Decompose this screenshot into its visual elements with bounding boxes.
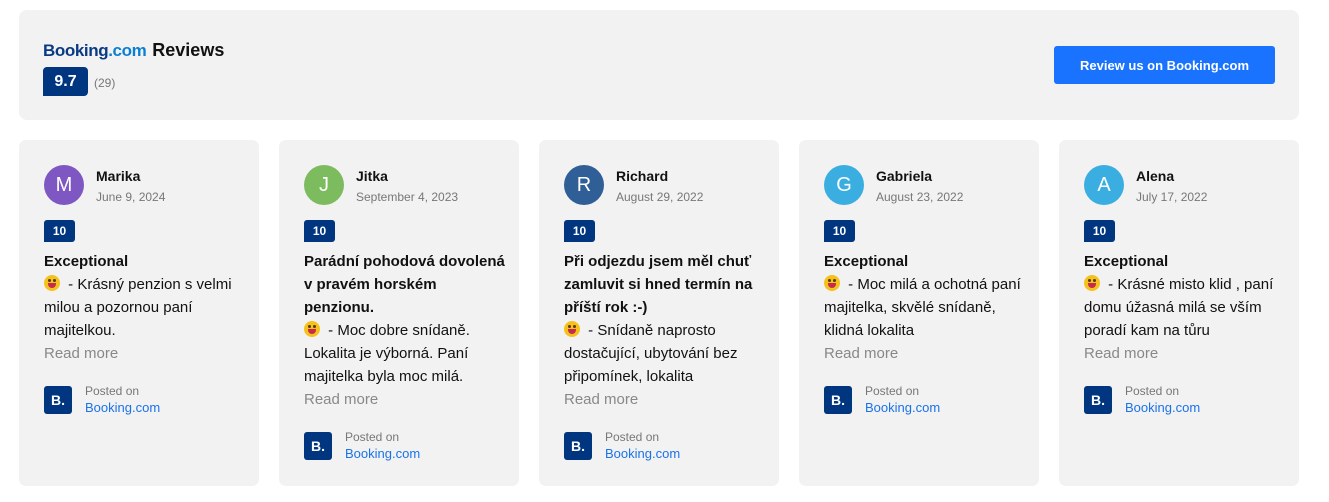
read-more-link[interactable]: Read more xyxy=(1084,342,1289,365)
reviewer-name: Jitka xyxy=(356,168,388,184)
review-text: - Krásné misto klid , paní domu úžasná m… xyxy=(1084,276,1274,339)
review-body: Exceptional - Krásné misto klid , paní d… xyxy=(1084,250,1289,365)
posted-on-label: Posted on xyxy=(605,430,660,444)
review-body: Parádní pohodová dovolená v pravém horsk… xyxy=(304,250,509,411)
review-body: Exceptional - Moc milá a ochotná paní ma… xyxy=(824,250,1029,365)
avatar: M xyxy=(44,165,84,205)
posted-on: B. Posted on Booking.com xyxy=(44,383,160,417)
review-score-badge: 10 xyxy=(44,220,75,242)
review-title: Parádní pohodová dovolená v pravém horsk… xyxy=(304,253,505,316)
booking-b-icon: B. xyxy=(304,432,332,460)
smiley-emoji-icon xyxy=(564,321,580,337)
review-card-marika: M Marika June 9, 2024 10 Exceptional - K… xyxy=(19,140,259,486)
review-text-row: - Moc dobre snídaně. Lokalita je výborná… xyxy=(304,319,509,388)
review-card-richard: R Richard August 29, 2022 10 Při odjezdu… xyxy=(539,140,779,486)
brand-row: Booking.com Reviews xyxy=(43,40,224,61)
posted-on: B. Posted on Booking.com xyxy=(824,383,940,417)
review-title: Exceptional xyxy=(1084,253,1169,270)
reviews-header: Booking.com Reviews 9.7 (29) Review us o… xyxy=(19,10,1299,120)
review-us-button[interactable]: Review us on Booking.com xyxy=(1054,46,1275,84)
posted-on-label: Posted on xyxy=(345,430,400,444)
booking-b-icon: B. xyxy=(564,432,592,460)
read-more-link[interactable]: Read more xyxy=(304,388,509,411)
booking-b-icon: B. xyxy=(1084,386,1112,414)
smiley-emoji-icon xyxy=(1084,275,1100,291)
booking-link[interactable]: Booking.com xyxy=(865,399,940,417)
review-score-badge: 10 xyxy=(824,220,855,242)
review-score-badge: 10 xyxy=(304,220,335,242)
posted-on-label: Posted on xyxy=(85,384,140,398)
booking-link[interactable]: Booking.com xyxy=(1125,399,1200,417)
posted-on-label: Posted on xyxy=(1125,384,1180,398)
booking-link[interactable]: Booking.com xyxy=(85,399,160,417)
booking-b-icon: B. xyxy=(824,386,852,414)
avatar: J xyxy=(304,165,344,205)
review-text-row: - Moc milá a ochotná paní majitelka, skv… xyxy=(824,273,1029,342)
smiley-emoji-icon xyxy=(44,275,60,291)
review-score-badge: 10 xyxy=(1084,220,1115,242)
review-text: - Moc dobre snídaně. Lokalita je výborná… xyxy=(304,322,470,385)
review-body: Při odjezdu jsem měl chuť zamluvit si hn… xyxy=(564,250,769,411)
smiley-emoji-icon xyxy=(824,275,840,291)
review-body: Exceptional - Krásný penzion s velmi mil… xyxy=(44,250,249,365)
review-text: - Krásný penzion s velmi milou a pozorno… xyxy=(44,276,232,339)
reviewer-name: Gabriela xyxy=(876,168,933,184)
booking-b-icon: B. xyxy=(44,386,72,414)
review-date: August 23, 2022 xyxy=(876,190,964,204)
review-text: - Snídaně naprosto dostačující, ubytován… xyxy=(564,322,738,385)
review-date: July 17, 2022 xyxy=(1136,190,1208,204)
read-more-link[interactable]: Read more xyxy=(824,342,1029,365)
overall-score-badge: 9.7 xyxy=(43,67,88,96)
avatar: R xyxy=(564,165,604,205)
review-text: - Moc milá a ochotná paní majitelka, skv… xyxy=(824,276,1021,339)
smiley-emoji-icon xyxy=(304,321,320,337)
posted-on: B. Posted on Booking.com xyxy=(304,429,420,463)
review-text-row: - Krásný penzion s velmi milou a pozorno… xyxy=(44,273,249,342)
read-more-link[interactable]: Read more xyxy=(44,342,249,365)
reviews-title: Reviews xyxy=(152,40,225,60)
review-date: August 29, 2022 xyxy=(616,190,704,204)
review-date: September 4, 2023 xyxy=(356,190,459,204)
booking-link[interactable]: Booking.com xyxy=(345,445,420,463)
reviewer-name: Marika xyxy=(96,168,141,184)
review-title: Exceptional xyxy=(824,253,909,270)
review-date: June 9, 2024 xyxy=(96,190,166,204)
avatar: G xyxy=(824,165,864,205)
reviewer-name: Alena xyxy=(1136,168,1175,184)
reviewer-name: Richard xyxy=(616,168,669,184)
avatar: A xyxy=(1084,165,1124,205)
review-card-gabriela: G Gabriela August 23, 2022 10 Exceptiona… xyxy=(799,140,1039,486)
review-count: (29) xyxy=(94,76,116,90)
posted-on: B. Posted on Booking.com xyxy=(564,429,680,463)
posted-on: B. Posted on Booking.com xyxy=(1084,383,1200,417)
read-more-link[interactable]: Read more xyxy=(564,388,769,411)
review-card-alena: A Alena July 17, 2022 10 Exceptional - K… xyxy=(1059,140,1299,486)
review-text-row: - Krásné misto klid , paní domu úžasná m… xyxy=(1084,273,1289,342)
review-title: Exceptional xyxy=(44,253,129,270)
review-card-jitka: J Jitka September 4, 2023 10 Parádní poh… xyxy=(279,140,519,486)
review-title: Při odjezdu jsem měl chuť zamluvit si hn… xyxy=(564,253,753,316)
review-text-row: - Snídaně naprosto dostačující, ubytován… xyxy=(564,319,769,388)
booking-logo: Booking.com xyxy=(43,41,147,60)
posted-on-label: Posted on xyxy=(865,384,920,398)
booking-link[interactable]: Booking.com xyxy=(605,445,680,463)
review-score-badge: 10 xyxy=(564,220,595,242)
